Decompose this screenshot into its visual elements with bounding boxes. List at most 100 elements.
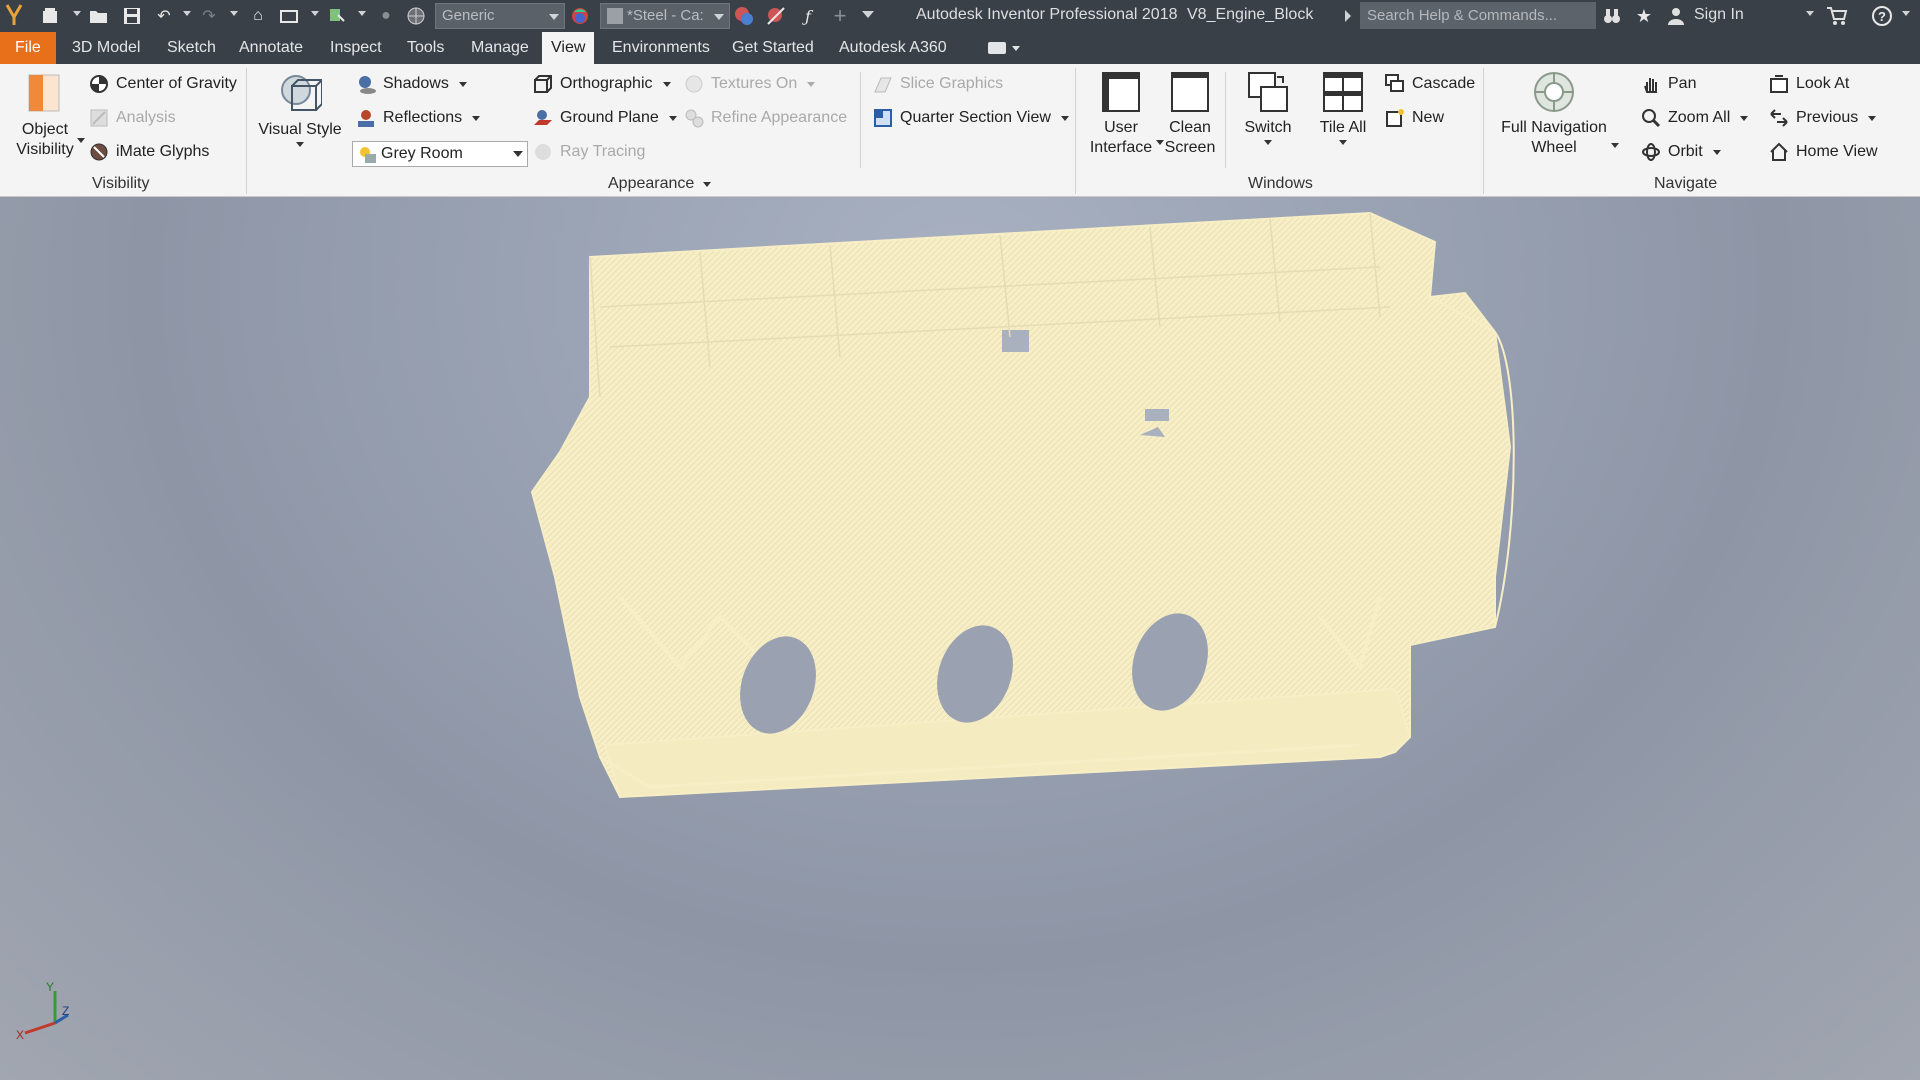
cascade-label: Cascade — [1412, 75, 1476, 92]
cart-icon[interactable] — [1825, 4, 1849, 28]
textures-icon — [683, 73, 705, 95]
save-icon[interactable] — [120, 4, 144, 28]
lighting-style-icon — [357, 144, 377, 164]
triad-x-axis — [24, 1021, 56, 1035]
inventor-logo-icon[interactable] — [2, 4, 26, 28]
analysis-button[interactable]: Analysis — [88, 105, 176, 131]
triad-x-label: X — [16, 1028, 24, 1042]
sign-in-button[interactable]: Sign In — [1694, 6, 1744, 24]
tab-file[interactable]: File — [0, 32, 56, 64]
parameters-fx-icon[interactable]: ƒ — [796, 4, 820, 28]
appearance-panel-title[interactable]: Appearance — [608, 175, 712, 193]
tab-annotate[interactable]: Annotate — [230, 32, 312, 64]
undo-dropdown-icon[interactable] — [183, 11, 191, 16]
home-icon[interactable]: ⌂ — [246, 4, 270, 28]
navigate-panel-title: Navigate — [1654, 175, 1718, 192]
orbit-label: Orbit — [1668, 143, 1703, 160]
ground-plane-button[interactable]: Ground Plane — [532, 105, 677, 131]
home-view-button[interactable]: Home View — [1768, 139, 1878, 165]
reflections-button[interactable]: Reflections — [355, 105, 481, 131]
tab-3d-model[interactable]: 3D Model — [63, 32, 149, 64]
undo-icon[interactable]: ↶ — [152, 4, 176, 28]
graphics-viewport[interactable]: Z X Y — [0, 197, 1920, 1080]
deck-opening — [1002, 330, 1029, 352]
favorites-star-icon[interactable]: ★ — [1632, 4, 1656, 28]
expand-title-icon[interactable] — [1345, 10, 1351, 22]
tile-all-button[interactable]: Tile All — [1308, 70, 1378, 145]
user-interface-button[interactable]: User Interface — [1086, 70, 1156, 158]
customize-qat-icon[interactable] — [862, 11, 874, 18]
svg-text:?: ? — [1878, 9, 1886, 24]
visibility-panel-title: Visibility — [92, 175, 150, 192]
globe-icon[interactable] — [404, 4, 428, 28]
orthographic-icon — [532, 73, 554, 95]
tab-tools[interactable]: Tools — [398, 32, 453, 64]
redo-icon[interactable]: ↷ — [197, 4, 221, 28]
panel-toggle-icon[interactable] — [988, 42, 1006, 54]
tab-sketch[interactable]: Sketch — [158, 32, 225, 64]
lighting-style-combo[interactable]: Grey Room — [352, 141, 528, 167]
panel-toggle-dropdown-icon[interactable] — [1012, 46, 1020, 51]
user-icon[interactable] — [1664, 4, 1688, 28]
tab-manage[interactable]: Manage — [462, 32, 538, 64]
shadows-button[interactable]: Shadows — [355, 71, 467, 97]
tab-autodesk-a360[interactable]: Autodesk A360 — [830, 32, 956, 64]
imate-glyphs-button[interactable]: iMate Glyphs — [88, 139, 209, 165]
look-at-button[interactable]: Look At — [1768, 71, 1849, 97]
appearance-ball-icon[interactable] — [568, 4, 592, 28]
zoom-all-button[interactable]: Zoom All — [1640, 105, 1749, 131]
select-dropdown-icon[interactable] — [358, 11, 366, 16]
open-folder-icon[interactable] — [87, 4, 111, 28]
orbit-button[interactable]: Orbit — [1640, 139, 1721, 165]
search-binoculars-icon[interactable] — [1600, 4, 1624, 28]
previous-view-icon — [1768, 107, 1790, 129]
panel-divider — [246, 68, 247, 194]
sketch-point-icon[interactable]: ● — [374, 4, 398, 28]
new-file-icon[interactable] — [38, 4, 62, 28]
clean-screen-label-1: Clean — [1169, 119, 1211, 136]
visual-style-dropdown-icon — [296, 142, 304, 147]
slice-graphics-icon — [872, 73, 894, 95]
orthographic-button[interactable]: Orthographic — [532, 71, 671, 97]
center-of-gravity-button[interactable]: Center of Gravity — [88, 71, 237, 97]
object-visibility-dropdown-icon[interactable] — [77, 138, 85, 143]
add-icon[interactable]: + — [828, 3, 852, 28]
clear-appearance-icon[interactable] — [764, 4, 788, 28]
new-window-button[interactable]: New — [1384, 105, 1444, 131]
navigation-wheel-dropdown-icon[interactable] — [1611, 143, 1619, 148]
visual-style-label: Visual Style — [258, 121, 342, 138]
material-combo[interactable]: Generic — [435, 3, 565, 29]
tab-inspect[interactable]: Inspect — [321, 32, 391, 64]
steel-swatch-icon — [607, 8, 623, 25]
help-icon[interactable]: ? — [1870, 4, 1894, 28]
previous-view-button[interactable]: Previous — [1768, 105, 1877, 131]
switch-button[interactable]: Switch — [1232, 70, 1304, 145]
full-navigation-wheel-button[interactable]: Full Navigation Wheel — [1494, 70, 1614, 158]
pan-button[interactable]: Pan — [1640, 71, 1696, 97]
textures-on-button[interactable]: Textures On — [683, 71, 816, 97]
slice-graphics-button[interactable]: Slice Graphics — [872, 71, 1003, 97]
project-dropdown-icon[interactable] — [311, 11, 319, 16]
visual-style-button[interactable]: Visual Style — [254, 72, 346, 147]
new-dropdown-icon[interactable] — [73, 11, 81, 16]
adjust-appearance-icon[interactable] — [732, 4, 756, 28]
project-icon[interactable] — [278, 4, 302, 28]
search-help-input[interactable]: Search Help & Commands... — [1360, 2, 1596, 29]
tab-get-started[interactable]: Get Started — [723, 32, 823, 64]
new-window-label: New — [1412, 109, 1445, 126]
refine-appearance-button[interactable]: Refine Appearance — [683, 105, 847, 131]
sign-in-dropdown-icon[interactable] — [1806, 11, 1814, 16]
tab-environments[interactable]: Environments — [603, 32, 719, 64]
cascade-button[interactable]: Cascade — [1384, 71, 1475, 97]
select-filter-icon[interactable] — [325, 4, 349, 28]
quarter-section-view-button[interactable]: Quarter Section View — [872, 105, 1069, 131]
clean-screen-button[interactable]: Clean Screen — [1160, 70, 1220, 158]
clean-screen-label-2: Screen — [1164, 139, 1216, 156]
user-interface-label-2: Interface — [1089, 139, 1153, 156]
object-visibility-button[interactable]: Object Visibility — [10, 72, 80, 160]
ray-tracing-button[interactable]: Ray Tracing — [532, 139, 645, 165]
redo-dropdown-icon[interactable] — [230, 11, 238, 16]
help-dropdown-icon[interactable] — [1902, 11, 1910, 16]
appearance-combo[interactable]: *Steel - Ca: — [600, 3, 730, 29]
tab-view[interactable]: View — [542, 32, 594, 64]
